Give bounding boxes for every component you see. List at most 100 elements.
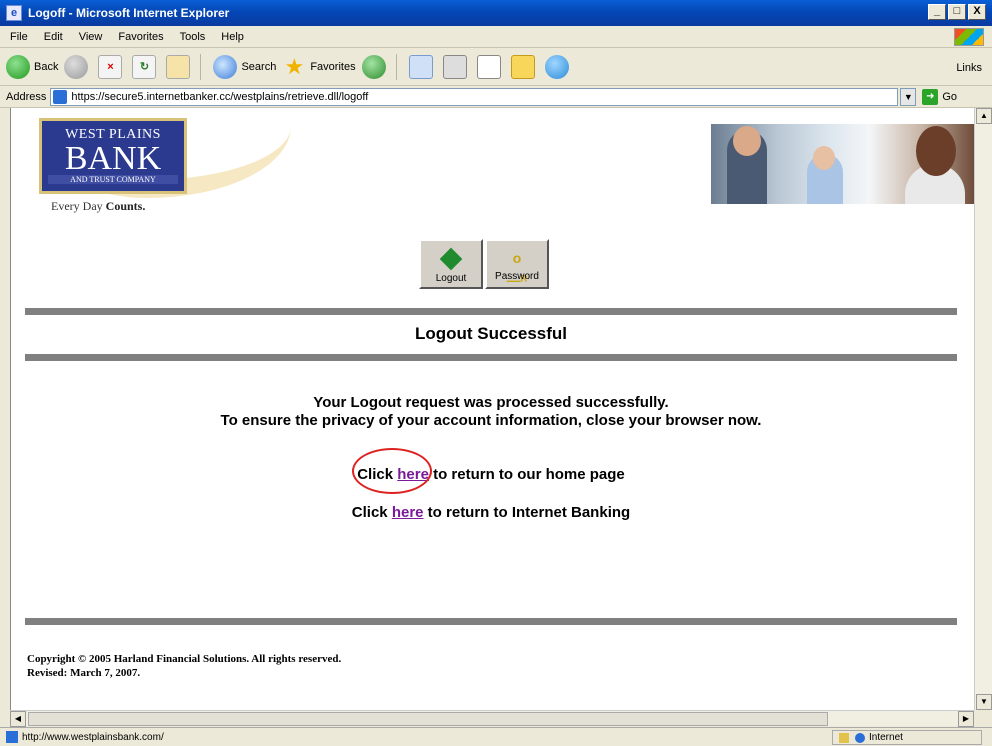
ie-icon: e bbox=[6, 5, 22, 21]
status-bar: http://www.westplainsbank.com/ Internet bbox=[0, 727, 992, 746]
scroll-thumb[interactable] bbox=[28, 712, 828, 726]
horizontal-scrollbar[interactable]: ◀ ▶ bbox=[10, 710, 974, 727]
messenger-icon bbox=[544, 54, 569, 79]
scroll-down-icon[interactable]: ▼ bbox=[976, 694, 992, 710]
logout-message: Your Logout request was processed succes… bbox=[313, 394, 669, 411]
banking-link-line: Click here to return to Internet Banking bbox=[25, 504, 957, 521]
close-button[interactable]: X bbox=[968, 4, 986, 20]
folder-button[interactable] bbox=[510, 54, 539, 79]
back-label: Back bbox=[34, 60, 59, 73]
edit-document-icon bbox=[476, 54, 501, 79]
menu-edit[interactable]: Edit bbox=[44, 31, 63, 43]
address-bar: Address https://secure5.internetbanker.c… bbox=[0, 86, 992, 108]
forward-arrow-icon bbox=[64, 54, 89, 79]
windows-logo-icon bbox=[954, 28, 984, 46]
banking-link-pre: Click bbox=[351, 504, 392, 521]
divider bbox=[25, 354, 957, 361]
address-dropdown-button[interactable]: ▼ bbox=[900, 87, 917, 106]
menu-help[interactable]: Help bbox=[221, 31, 244, 43]
page-content: WEST PLAINS BANK AND TRUST COMPANY Every… bbox=[10, 108, 974, 710]
print-button[interactable] bbox=[442, 54, 471, 79]
favorites-button[interactable]: ★ Favorites bbox=[282, 53, 355, 79]
header-photo bbox=[711, 124, 974, 204]
window-controls: _ □ X bbox=[928, 4, 986, 20]
internet-banking-link[interactable]: here bbox=[392, 504, 424, 521]
divider bbox=[25, 618, 957, 625]
toolbar-separator bbox=[395, 53, 397, 80]
vertical-scrollbar[interactable]: ▲ ▼ bbox=[974, 108, 992, 710]
toolbar-separator bbox=[200, 53, 202, 80]
logo-line2: BANK bbox=[64, 140, 162, 177]
star-icon: ★ bbox=[284, 53, 305, 79]
photo-person-head bbox=[733, 126, 761, 156]
back-button[interactable]: Back bbox=[6, 54, 59, 79]
copyright-text: Copyright © 2005 Harland Financial Solut… bbox=[27, 653, 342, 665]
search-button[interactable]: Search bbox=[213, 54, 277, 79]
window-title: Logoff - Microsoft Internet Explorer bbox=[28, 6, 230, 20]
minimize-button[interactable]: _ bbox=[928, 4, 946, 20]
scroll-up-icon[interactable]: ▲ bbox=[976, 108, 992, 124]
stop-icon: × bbox=[98, 54, 123, 79]
privacy-message: To ensure the privacy of your account in… bbox=[220, 412, 762, 429]
mail-icon bbox=[408, 54, 433, 79]
tagline-bold: Counts. bbox=[105, 199, 146, 213]
zone-label: Internet bbox=[869, 732, 903, 743]
divider bbox=[25, 308, 957, 315]
stop-button[interactable]: × bbox=[98, 54, 126, 79]
tagline-prefix: Every Day bbox=[51, 199, 106, 213]
refresh-icon: ↻ bbox=[132, 54, 157, 79]
maximize-button[interactable]: □ bbox=[948, 4, 966, 20]
page-status-icon bbox=[6, 731, 18, 743]
go-button[interactable]: ➜ Go bbox=[922, 88, 958, 105]
search-label: Search bbox=[241, 60, 277, 73]
security-zone: Internet bbox=[832, 730, 982, 745]
menu-bar: File Edit View Favorites Tools Help bbox=[0, 26, 992, 48]
links-toolbar[interactable]: Links bbox=[956, 62, 982, 74]
home-link-line: Click here to return to our home page bbox=[25, 466, 957, 483]
page-title: Logout Successful bbox=[414, 324, 568, 343]
logout-label: Logout bbox=[435, 273, 467, 284]
menu-file[interactable]: File bbox=[10, 31, 28, 43]
page-icon bbox=[53, 89, 68, 104]
address-input[interactable]: https://secure5.internetbanker.cc/westpl… bbox=[50, 87, 899, 106]
menu-view[interactable]: View bbox=[79, 31, 103, 43]
photo-person-head bbox=[813, 146, 835, 170]
title-bar: e Logoff - Microsoft Internet Explorer _… bbox=[0, 0, 992, 26]
key-icon: o—ᴿ bbox=[506, 250, 528, 288]
status-url: http://www.westplainsbank.com/ bbox=[22, 731, 164, 743]
globe-icon bbox=[855, 732, 865, 743]
mail-button[interactable] bbox=[408, 54, 437, 79]
search-icon bbox=[213, 54, 238, 79]
password-button[interactable]: o—ᴿ Password bbox=[485, 239, 549, 289]
logout-button[interactable]: Logout bbox=[419, 239, 483, 289]
back-arrow-icon bbox=[6, 54, 30, 79]
bank-logo[interactable]: WEST PLAINS BANK AND TRUST COMPANY bbox=[39, 118, 187, 194]
scroll-right-icon[interactable]: ▶ bbox=[958, 711, 974, 727]
tagline: Every Day Counts. bbox=[51, 199, 145, 214]
messenger-button[interactable] bbox=[544, 54, 573, 79]
folder-icon bbox=[510, 54, 535, 79]
history-button[interactable] bbox=[361, 54, 390, 79]
logout-icon bbox=[439, 247, 463, 271]
nav-buttons: Logout o—ᴿ Password bbox=[419, 239, 549, 289]
menu-tools[interactable]: Tools bbox=[180, 31, 206, 43]
photo-person-head bbox=[916, 126, 956, 176]
go-label: Go bbox=[942, 90, 958, 103]
highlight-circle bbox=[352, 448, 432, 494]
home-icon bbox=[166, 54, 191, 79]
banking-link-post: to return to Internet Banking bbox=[423, 504, 631, 521]
edit-button[interactable] bbox=[476, 54, 505, 79]
refresh-button[interactable]: ↻ bbox=[132, 54, 160, 79]
print-icon bbox=[442, 54, 467, 79]
scroll-left-icon[interactable]: ◀ bbox=[10, 711, 26, 727]
home-link-post: to return to our home page bbox=[428, 466, 625, 483]
home-button[interactable] bbox=[166, 54, 194, 79]
go-arrow-icon: ➜ bbox=[922, 88, 939, 105]
address-label: Address bbox=[6, 90, 47, 103]
history-icon bbox=[361, 54, 386, 79]
copyright-block: Copyright © 2005 Harland Financial Solut… bbox=[27, 652, 341, 680]
address-url: https://secure5.internetbanker.cc/westpl… bbox=[71, 90, 369, 103]
forward-button[interactable] bbox=[64, 54, 92, 79]
revised-date: Revised: March 7, 2007. bbox=[27, 667, 141, 679]
menu-favorites[interactable]: Favorites bbox=[118, 31, 163, 43]
